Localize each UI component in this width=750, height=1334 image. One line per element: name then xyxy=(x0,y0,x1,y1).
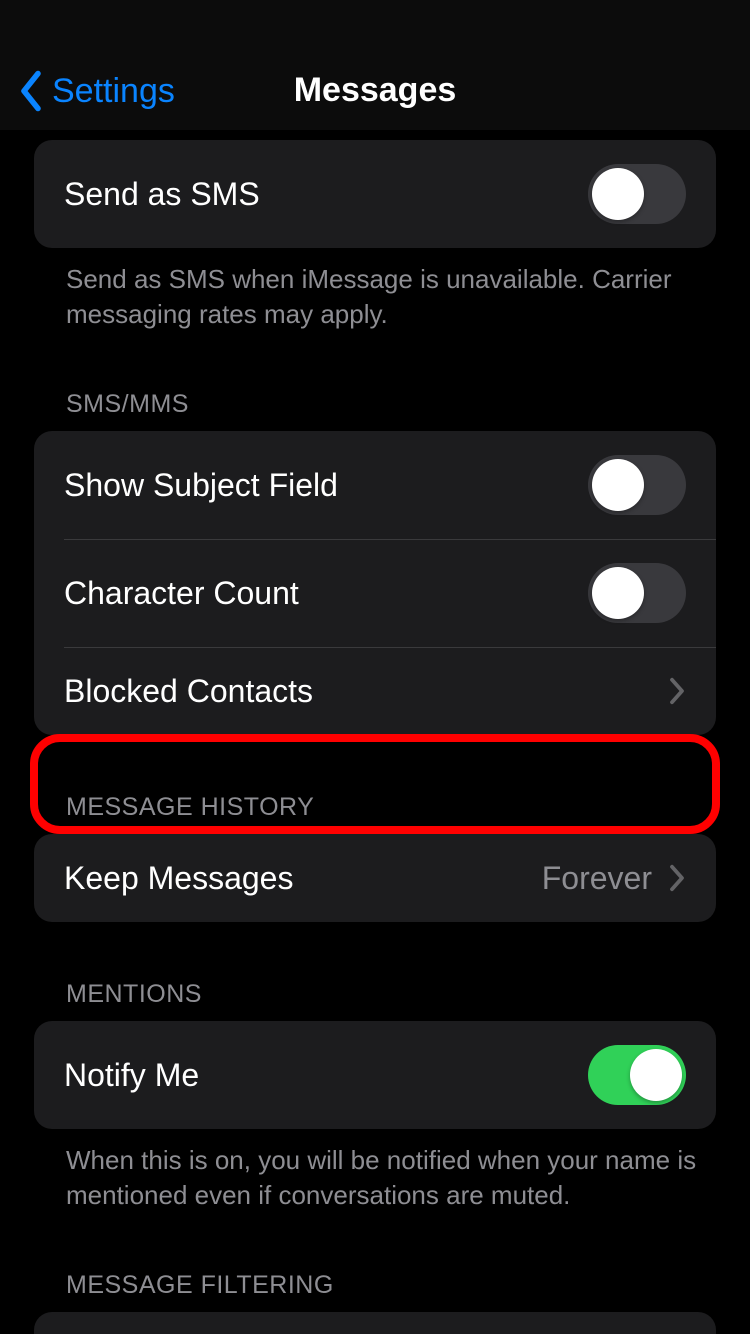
blocked-contacts-label: Blocked Contacts xyxy=(64,673,668,710)
back-button[interactable]: Settings xyxy=(18,70,175,112)
sms-mms-group: Show Subject Field Character Count Block… xyxy=(34,431,716,735)
messages-settings-screen: Settings Messages Send as SMS Send as SM… xyxy=(0,0,750,1334)
character-count-toggle[interactable] xyxy=(588,563,686,623)
notify-me-toggle[interactable] xyxy=(588,1045,686,1105)
content: Send as SMS Send as SMS when iMessage is… xyxy=(0,130,750,1334)
sms-mms-header: SMS/MMS xyxy=(0,390,750,431)
keep-messages-row[interactable]: Keep Messages Forever xyxy=(34,834,716,922)
chevron-right-icon xyxy=(668,863,686,893)
show-subject-toggle[interactable] xyxy=(588,455,686,515)
notify-me-label: Notify Me xyxy=(64,1057,588,1094)
message-history-group: Keep Messages Forever xyxy=(34,834,716,922)
filter-unknown-row[interactable]: Filter Unknown Senders xyxy=(34,1312,716,1334)
keep-messages-label: Keep Messages xyxy=(64,860,542,897)
send-as-sms-footer: Send as SMS when iMessage is unavailable… xyxy=(0,248,750,332)
filtering-header: MESSAGE FILTERING xyxy=(0,1271,750,1312)
filtering-group: Filter Unknown Senders xyxy=(34,1312,716,1334)
character-count-label: Character Count xyxy=(64,575,588,612)
chevron-right-icon xyxy=(668,676,686,706)
mentions-header: MENTIONS xyxy=(0,980,750,1021)
mentions-group: Notify Me xyxy=(34,1021,716,1129)
keep-messages-value: Forever xyxy=(542,860,652,897)
send-as-sms-label: Send as SMS xyxy=(64,176,588,213)
send-as-sms-group: Send as SMS xyxy=(34,140,716,248)
send-as-sms-row[interactable]: Send as SMS xyxy=(34,140,716,248)
message-history-header: MESSAGE HISTORY xyxy=(0,793,750,834)
show-subject-label: Show Subject Field xyxy=(64,467,588,504)
chevron-left-icon xyxy=(18,70,44,112)
show-subject-row[interactable]: Show Subject Field xyxy=(34,431,716,539)
navbar: Settings Messages xyxy=(0,0,750,130)
character-count-row[interactable]: Character Count xyxy=(34,539,716,647)
blocked-contacts-row[interactable]: Blocked Contacts xyxy=(34,647,716,735)
back-label: Settings xyxy=(52,72,175,111)
send-as-sms-toggle[interactable] xyxy=(588,164,686,224)
mentions-footer: When this is on, you will be notified wh… xyxy=(0,1129,750,1213)
notify-me-row[interactable]: Notify Me xyxy=(34,1021,716,1129)
